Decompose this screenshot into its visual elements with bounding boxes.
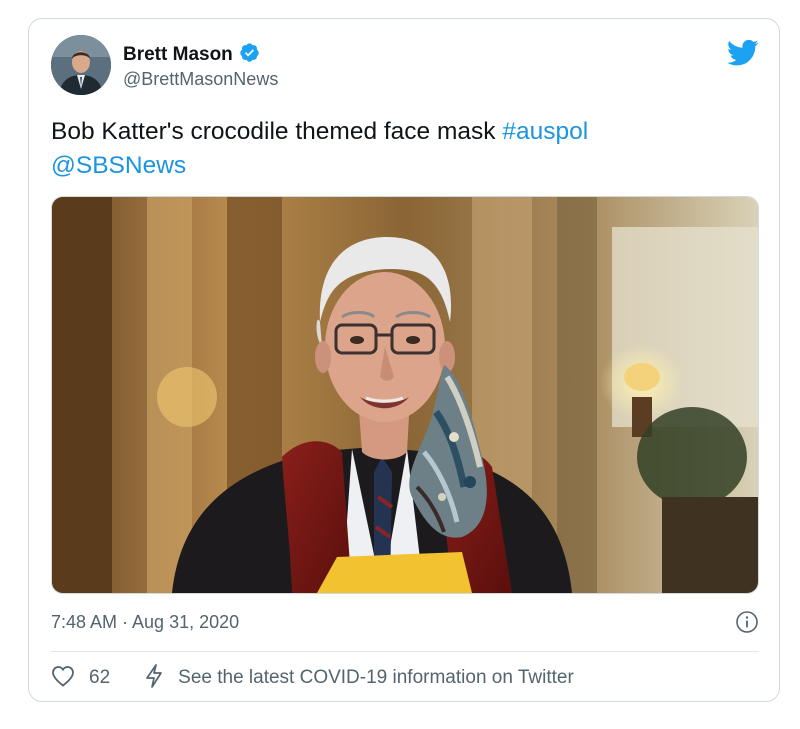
verified-badge-icon (239, 42, 260, 68)
covid-info-text: See the latest COVID-19 information on T… (178, 667, 574, 688)
tweet-body-text: Bob Katter's crocodile themed face mask (51, 118, 496, 145)
tweet-card[interactable]: Brett Mason @BrettMasonNews Bob Katter's… (28, 18, 780, 702)
tweet-text: Bob Katter's crocodile themed face mask … (51, 115, 751, 183)
mention-link[interactable]: @SBSNews (51, 152, 186, 179)
hashtag-link[interactable]: #auspol (502, 118, 588, 145)
like-button[interactable]: 62 (51, 665, 110, 692)
action-divider (51, 651, 759, 652)
author-display-name[interactable]: Brett Mason (123, 44, 233, 66)
info-icon[interactable] (735, 610, 759, 634)
author-handle[interactable]: @BrettMasonNews (123, 69, 278, 90)
tweet-photo[interactable] (51, 196, 759, 594)
tweet-timestamp[interactable]: 7:48 AM · Aug 31, 2020 (51, 612, 239, 633)
avatar[interactable] (51, 35, 111, 95)
heart-icon (51, 665, 75, 692)
covid-info-link[interactable]: See the latest COVID-19 information on T… (144, 663, 574, 693)
twitter-bird-icon[interactable] (726, 39, 759, 67)
like-count: 62 (89, 667, 111, 688)
lightning-bolt-icon (144, 663, 164, 693)
